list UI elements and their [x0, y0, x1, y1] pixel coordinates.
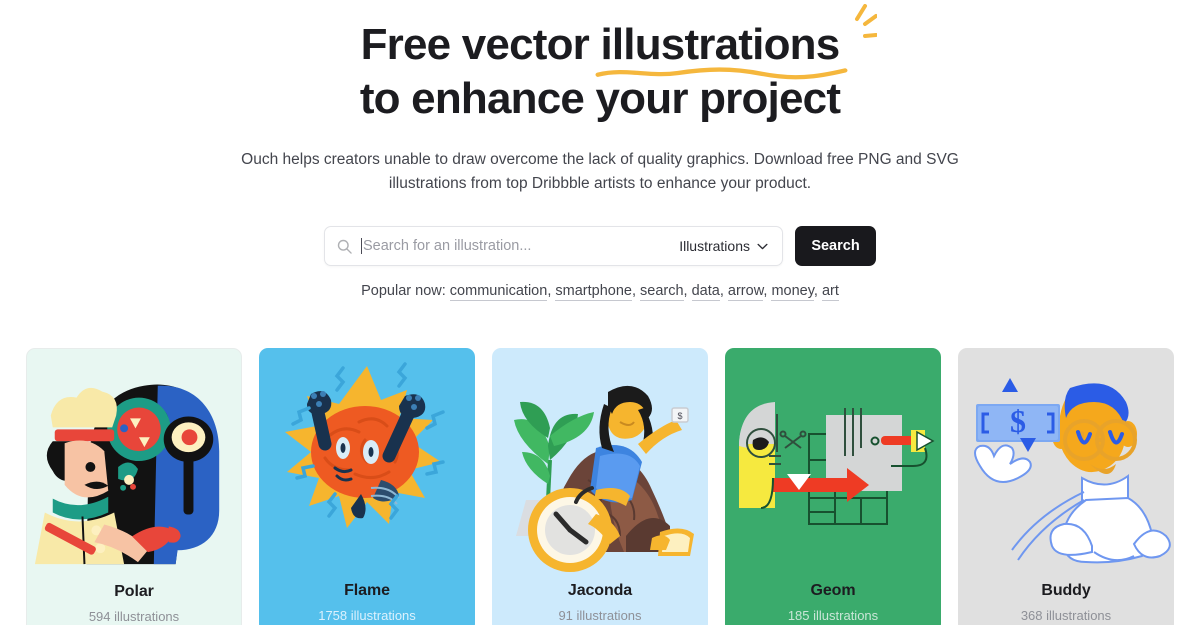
headline-accent-text: illustrations [600, 20, 840, 69]
svg-text:$: $ [677, 411, 682, 421]
man-holding-dollar-bill-illustration: $ [958, 348, 1174, 580]
pack-name: Buddy [1041, 582, 1091, 599]
popular-tag-smartphone[interactable]: smartphone [555, 283, 632, 301]
search-row: Illustrations Search [0, 226, 1200, 266]
headline-prefix: Free vector [360, 20, 601, 69]
svg-text:$: $ [1010, 403, 1026, 439]
pack-illustration-count: 185 illustrations [787, 608, 879, 623]
chef-with-frying-pan-illustration [27, 349, 241, 581]
page-title: Free vector illustrations to enhance you… [0, 4, 1200, 126]
pack-illustration-count: 1758 illustrations [318, 608, 416, 623]
popular-tag-list: communication, smartphone, search, data,… [449, 283, 839, 301]
popular-tag-arrow[interactable]: arrow [727, 283, 764, 301]
illustration-pack-card-jaconda[interactable]: $ Jaconda 91 illustrations [492, 348, 708, 625]
hero-subtitle: Ouch helps creators unable to draw overc… [241, 151, 959, 192]
energized-brain-character-illustration [259, 348, 475, 580]
pack-illustration-count: 368 illustrations [1020, 608, 1112, 623]
pack-name: Geom [810, 582, 856, 599]
illustration-pack-card-buddy[interactable]: $ Buddy 368 illustrations [958, 348, 1174, 625]
popular-tag-money[interactable]: money [771, 283, 814, 301]
illustration-type-label: Illustrations [679, 238, 750, 254]
popular-now-row: Popular now: communication, smartphone, … [0, 283, 1200, 301]
search-button[interactable]: Search [795, 226, 876, 266]
illustration-pack-grid: Polar 594 illustrations Flame 1758 illus… [26, 348, 1174, 625]
popular-tag-art[interactable]: art [821, 283, 839, 301]
illustration-pack-card-geom[interactable]: Geom 185 illustrations [725, 348, 941, 625]
headline-accent-word: illustrations [595, 4, 878, 80]
popular-tag-data[interactable]: data [691, 283, 720, 301]
popular-tag-search[interactable]: search [640, 283, 684, 301]
pack-name: Jaconda [567, 582, 633, 599]
illustration-type-select[interactable]: Illustrations [669, 238, 768, 254]
abstract-geometric-shapes-illustration [725, 348, 941, 580]
pack-illustration-count: 91 illustrations [558, 608, 642, 623]
popular-now-label: Popular now: [361, 283, 446, 299]
headline-line-1: Free vector illustrations [0, 4, 1200, 80]
page-root: Free vector illustrations to enhance you… [0, 0, 1200, 625]
search-input-wrap [361, 238, 670, 254]
search-icon [337, 239, 352, 254]
illustration-pack-card-polar[interactable]: Polar 594 illustrations [26, 348, 242, 625]
chevron-down-icon [757, 243, 768, 249]
pack-name: Flame [344, 582, 390, 599]
pack-illustration-count: 594 illustrations [88, 609, 180, 624]
woman-on-rock-with-clock-illustration: $ [492, 348, 708, 580]
search-input[interactable] [363, 238, 670, 254]
pack-name: Polar [114, 583, 154, 600]
text-caret [361, 238, 362, 254]
sparkle-lines-icon [855, 4, 878, 38]
popular-tag-communication[interactable]: communication [449, 283, 548, 301]
illustration-pack-card-flame[interactable]: Flame 1758 illustrations [259, 348, 475, 625]
hero-section: Free vector illustrations to enhance you… [0, 0, 1200, 301]
headline-line-2: to enhance your project [359, 74, 841, 123]
search-box[interactable]: Illustrations [324, 226, 783, 266]
